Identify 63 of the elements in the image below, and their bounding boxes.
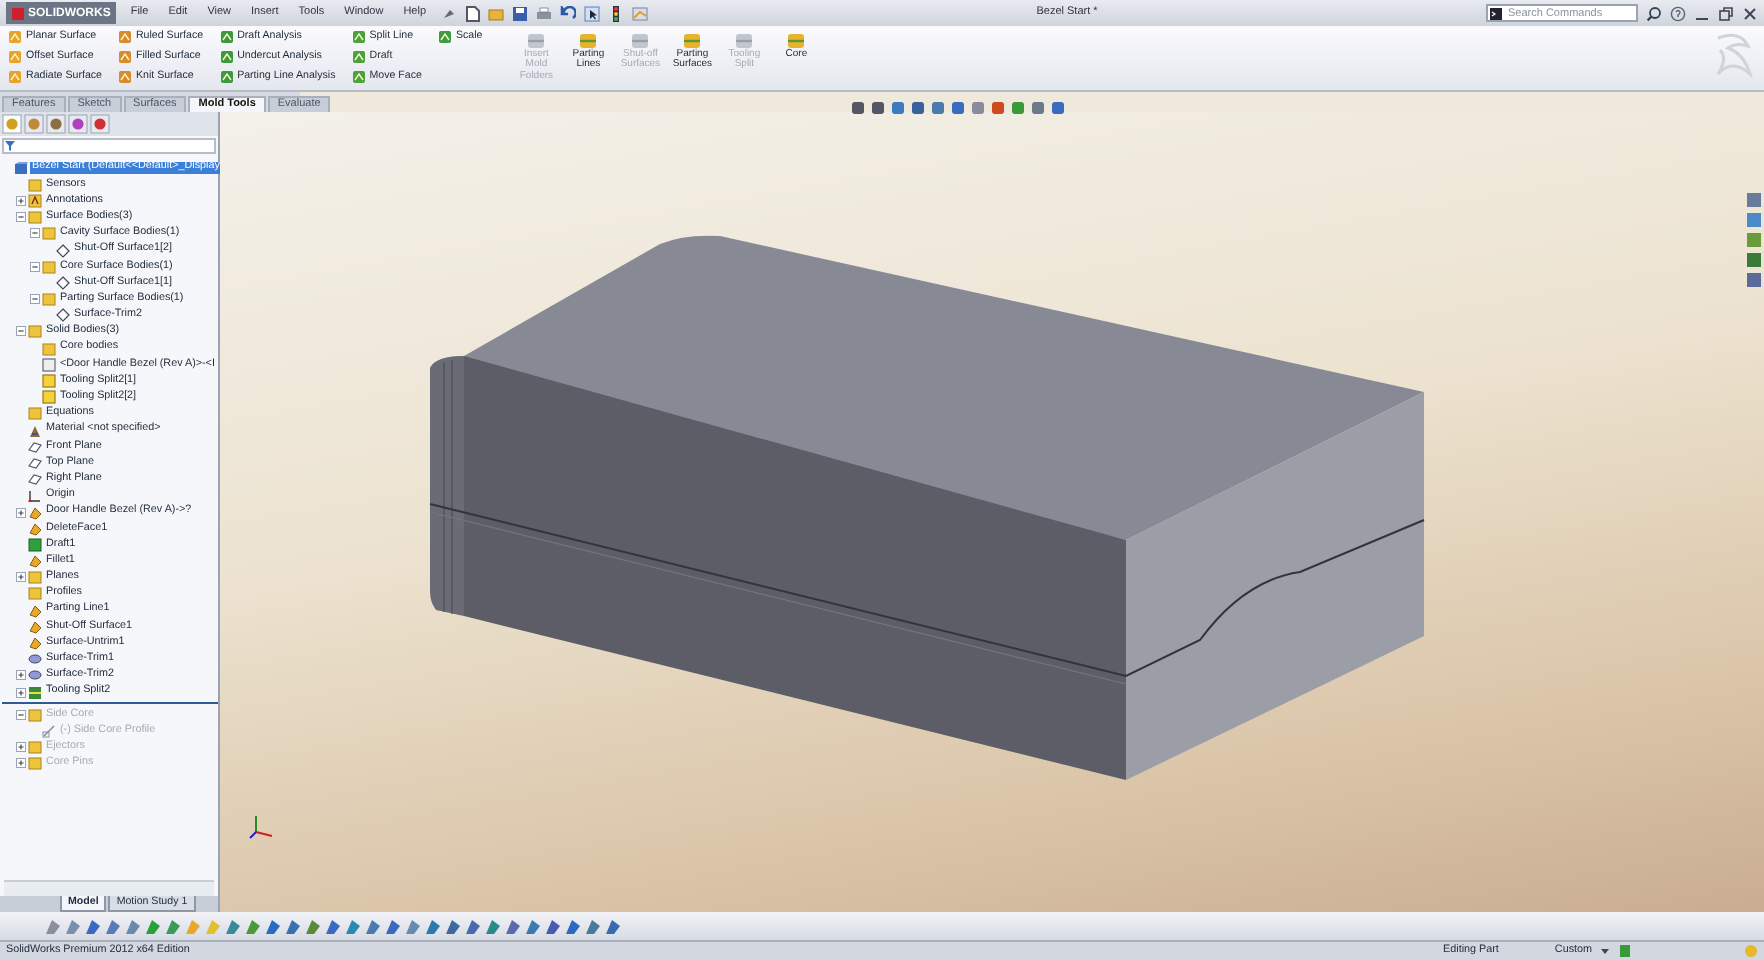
tool-icon xyxy=(578,30,599,50)
collapse-icon[interactable] xyxy=(16,709,26,720)
expand-icon[interactable] xyxy=(16,687,26,698)
collapse-icon[interactable] xyxy=(30,228,40,239)
folder-icon xyxy=(28,406,42,421)
tool-icon xyxy=(437,30,452,44)
status-icon[interactable] xyxy=(1618,944,1632,958)
tool-icon xyxy=(351,30,366,44)
collapse-icon[interactable] xyxy=(30,294,40,305)
traffic-light-icon[interactable] xyxy=(608,5,625,21)
tool-icon xyxy=(786,30,807,50)
tool-icon xyxy=(219,50,234,64)
collapse-icon[interactable] xyxy=(30,261,40,272)
collapse-icon[interactable] xyxy=(16,326,26,337)
split-icon xyxy=(28,685,42,700)
folder-icon xyxy=(42,292,56,307)
diamond-icon xyxy=(56,308,70,323)
restore-icon[interactable] xyxy=(1718,5,1734,21)
tool-icon xyxy=(682,30,703,50)
horizontal-scrollbar[interactable] xyxy=(4,880,214,896)
diamond-icon xyxy=(56,275,70,290)
tool-icon xyxy=(219,70,234,84)
close-icon[interactable] xyxy=(1742,5,1758,21)
folder-icon xyxy=(42,259,56,274)
folder-icon xyxy=(28,707,42,722)
search-icon[interactable] xyxy=(1646,5,1662,21)
annotation-icon xyxy=(28,193,42,208)
draft-icon xyxy=(28,537,42,552)
tool-icon xyxy=(8,30,22,44)
tool-icon xyxy=(351,70,366,84)
tool-icon xyxy=(117,70,132,84)
document-icon[interactable] xyxy=(464,5,481,21)
collapse-icon[interactable] xyxy=(16,212,26,223)
expand-icon[interactable] xyxy=(16,507,26,518)
part-icon xyxy=(14,161,28,176)
folder-icon xyxy=(28,177,42,192)
feature-icon xyxy=(28,554,42,569)
tool-icon xyxy=(8,50,22,64)
expand-icon[interactable] xyxy=(16,742,26,753)
tool-icon xyxy=(117,50,132,64)
help-icon[interactable] xyxy=(1670,5,1686,21)
caret-icon[interactable] xyxy=(1600,946,1610,956)
filter-icon xyxy=(4,140,16,152)
diamond-icon xyxy=(56,243,70,258)
sketch-icon xyxy=(42,723,56,738)
material-icon xyxy=(28,423,42,438)
origin-icon xyxy=(28,488,42,503)
printer-icon[interactable] xyxy=(536,5,553,21)
undo-icon[interactable] xyxy=(560,5,577,21)
terminal-icon xyxy=(1490,8,1502,20)
tool-icon xyxy=(117,30,132,44)
save-icon[interactable] xyxy=(512,5,529,21)
tool-icon xyxy=(219,30,234,44)
filter-field[interactable] xyxy=(2,138,216,154)
expand-icon[interactable] xyxy=(16,670,26,681)
expand-icon[interactable] xyxy=(16,195,26,206)
body-icon xyxy=(42,357,56,372)
tool-icon xyxy=(351,50,366,64)
triad-icon xyxy=(248,812,276,840)
expand-icon[interactable] xyxy=(16,572,26,583)
folder-icon[interactable] xyxy=(488,5,505,21)
tool-icon xyxy=(8,70,22,84)
expand-icon[interactable] xyxy=(16,758,26,769)
